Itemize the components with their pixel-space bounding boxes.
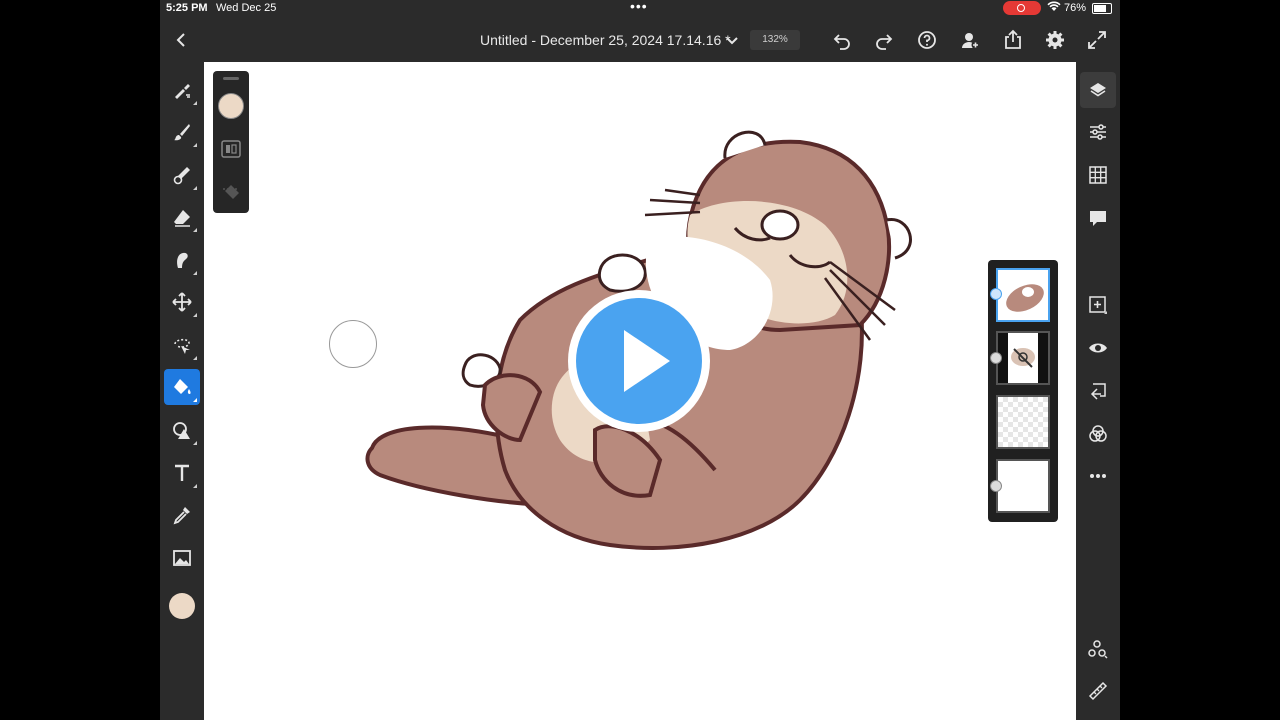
layer-thumbnail[interactable] [996,268,1050,322]
paintbrush-icon [174,124,190,141]
share-icon [1088,640,1108,659]
lasso-icon [174,338,190,354]
eyedropper-tool[interactable] [164,497,200,533]
zoom-level[interactable]: 132% [750,30,800,50]
back-icon[interactable] [171,29,193,51]
layers-icon [1090,83,1106,97]
pen-brush-icon [173,167,190,185]
share-layer-button[interactable] [1080,631,1116,667]
layer-thumbnail[interactable] [996,395,1050,449]
move-tool[interactable] [164,284,200,320]
sample-layers-icon[interactable] [219,137,243,161]
document-title[interactable]: Untitled - December 25, 2024 17.14.16 * [480,32,731,48]
more-icon [1090,474,1106,478]
chevron-down-icon[interactable] [721,29,743,51]
popover-handle[interactable] [223,77,239,80]
pixel-brush-tool[interactable] [164,72,200,108]
visibility-button[interactable] [1080,330,1116,366]
help-icon[interactable] [916,29,938,51]
ruler-button[interactable] [1080,673,1116,709]
fill-gaps-icon[interactable] [219,181,243,205]
shapes-icon [173,422,190,439]
more-button[interactable] [1080,458,1116,494]
layer-lock-icon[interactable] [990,480,1002,492]
comment-icon [1090,211,1106,226]
lasso-tool[interactable] [164,327,200,363]
merge-button[interactable] [1080,373,1116,409]
multitask-dots-icon[interactable]: ••• [630,0,648,14]
smudge-icon [177,252,188,268]
ruler-icon [1088,681,1108,701]
battery-percent: 76% [1064,2,1087,14]
blend-button[interactable] [1080,416,1116,452]
invite-icon[interactable] [959,29,981,51]
layer-thumbnail[interactable] [996,459,1050,513]
wifi-icon [1047,1,1061,15]
vector-brush-tool[interactable] [164,157,200,193]
undo-icon[interactable] [831,29,853,51]
layers-panel [988,260,1058,522]
add-layer-button[interactable] [1080,287,1116,323]
fill-tool[interactable] [164,369,200,405]
shapes-tool[interactable] [164,412,200,448]
properties-icon [1090,124,1106,140]
properties-button[interactable] [1080,114,1116,150]
grid-icon [1089,166,1107,184]
play-icon [624,330,670,392]
layers-button[interactable] [1080,72,1116,108]
battery-icon [1092,3,1112,14]
eraser-icon [174,210,190,227]
layer-thumbnail[interactable] [996,331,1050,385]
screen-record-icon[interactable] [1003,1,1041,15]
brush-cursor [329,320,377,368]
merge-icon [1090,383,1106,400]
image-icon [173,550,191,566]
color-swatch[interactable] [169,593,195,619]
brush-icon [175,84,190,99]
fill-bucket-icon [174,379,191,394]
status-date: Wed Dec 25 [216,2,277,14]
visibility-icon [1089,343,1107,353]
brush-settings-popover [213,71,249,213]
text-icon [175,464,189,481]
comments-button[interactable] [1080,200,1116,236]
smudge-tool[interactable] [164,242,200,278]
redo-icon[interactable] [873,29,895,51]
text-tool[interactable] [164,455,200,491]
share-icon[interactable] [1002,29,1024,51]
move-icon [172,292,192,312]
brush-size-swatch[interactable] [218,93,244,119]
layer-hidden-icon[interactable] [990,352,1002,364]
blend-icon [1089,425,1107,442]
add-layer-icon [1089,296,1107,314]
status-time: 5:25 PM [166,2,208,14]
live-brush-tool[interactable] [164,114,200,150]
app-screen: 5:25 PM Wed Dec 25 ••• 76% Untitled - De… [160,0,1120,720]
eraser-tool[interactable] [164,199,200,235]
eyedropper-icon [173,507,190,525]
status-bar: 5:25 PM Wed Dec 25 ••• 76% [160,0,1120,18]
layer-lock-icon[interactable] [990,288,1002,300]
title-bar: Untitled - December 25, 2024 17.14.16 * … [160,20,1120,60]
import-image-tool[interactable] [164,540,200,576]
play-button[interactable] [568,290,710,432]
grid-button[interactable] [1080,157,1116,193]
fullscreen-icon[interactable] [1086,29,1108,51]
gear-icon[interactable] [1044,29,1066,51]
